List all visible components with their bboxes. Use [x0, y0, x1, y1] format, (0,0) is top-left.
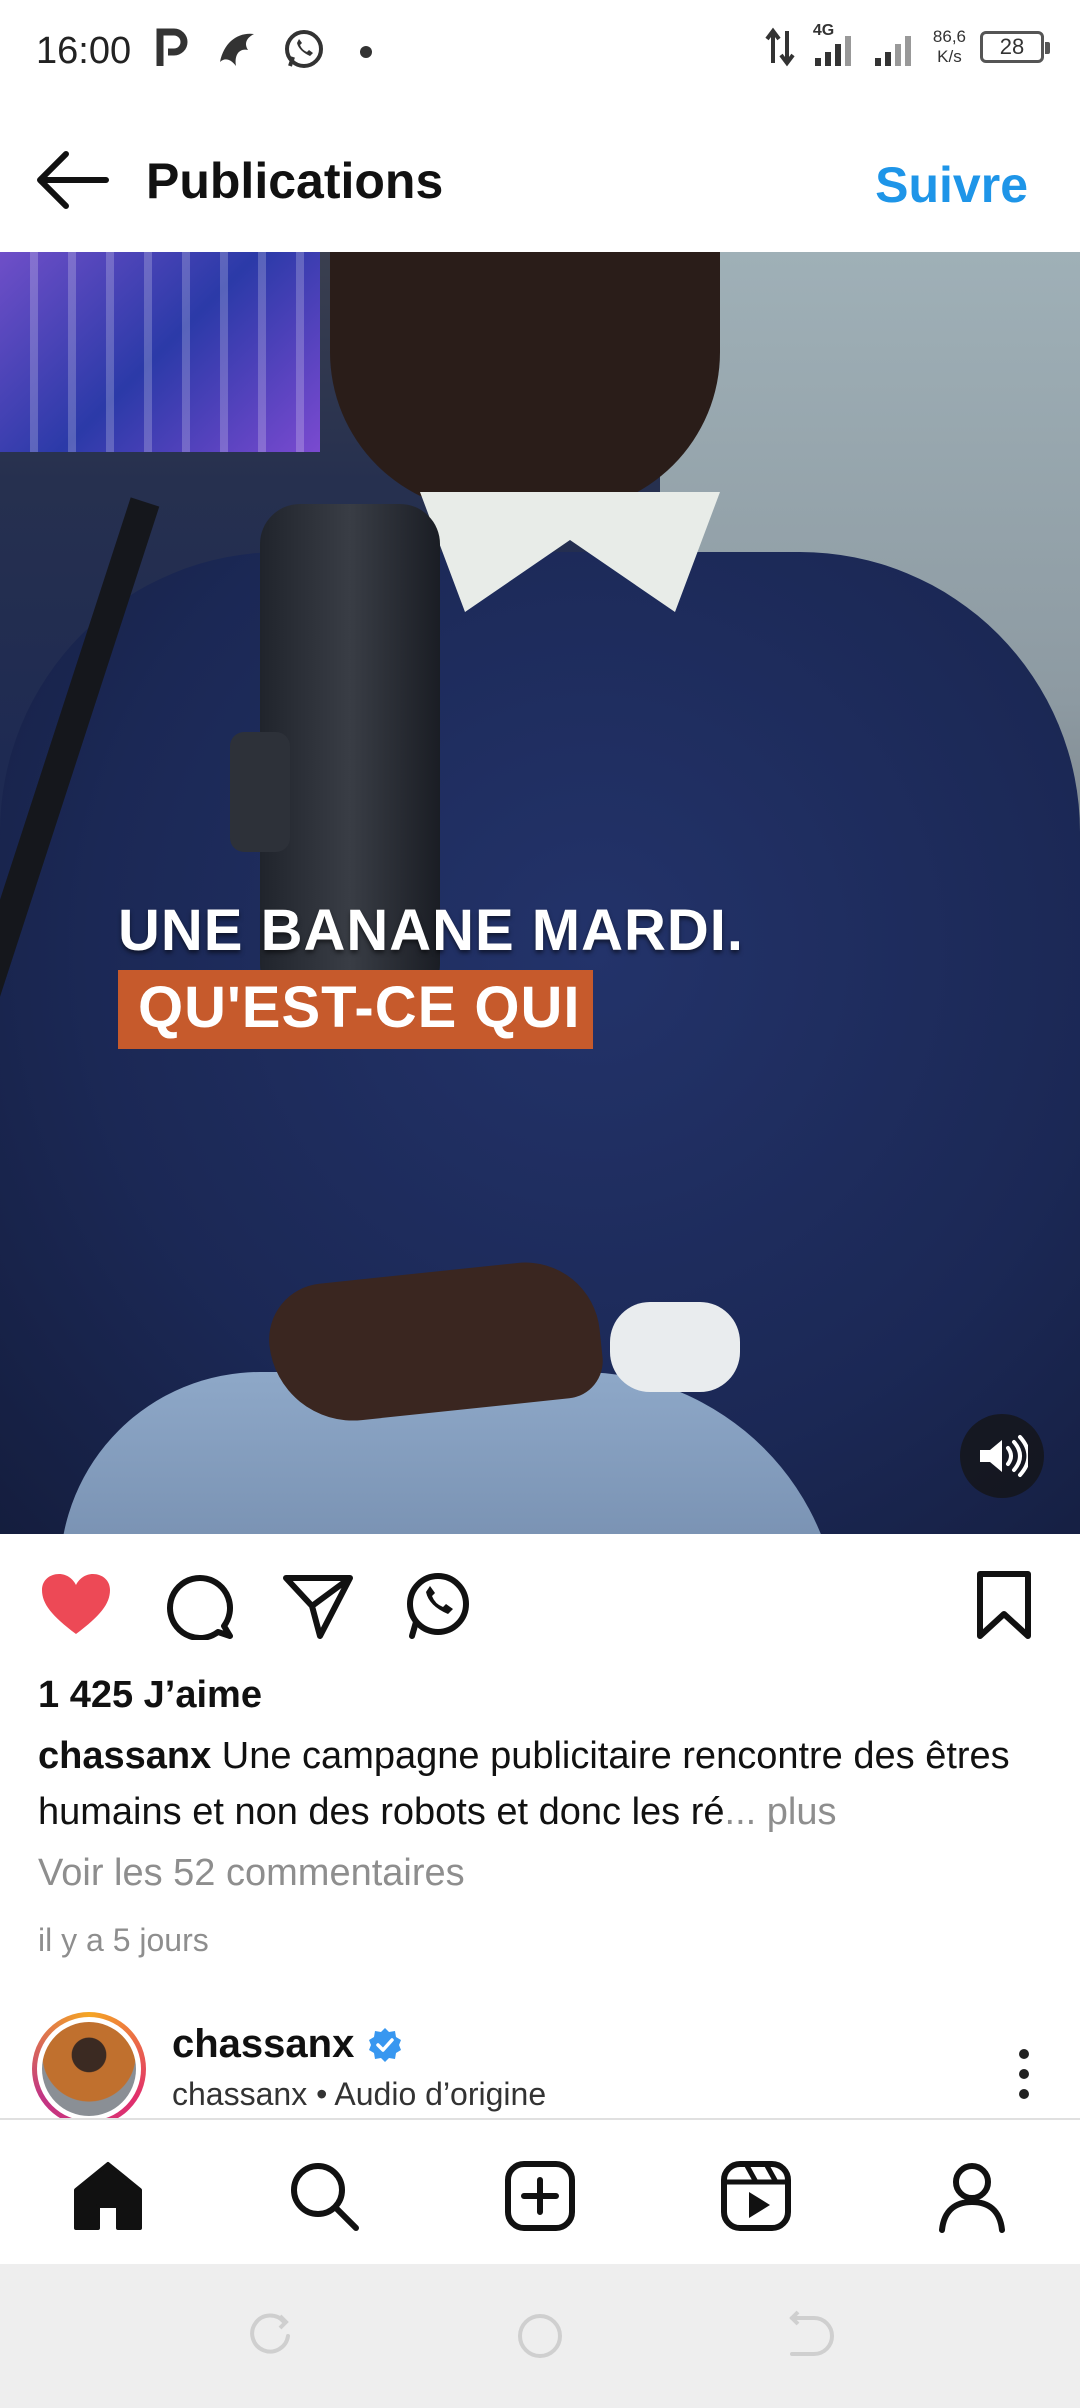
story-ring[interactable]	[32, 2012, 146, 2120]
more-options-icon[interactable]	[1004, 2044, 1044, 2104]
parking-icon	[156, 28, 188, 66]
search-icon[interactable]	[284, 2156, 364, 2236]
network-speed: 86,6 K/s	[933, 27, 966, 67]
profile-icon[interactable]	[932, 2156, 1012, 2236]
speed-unit: K/s	[937, 47, 962, 66]
mic-clamp	[230, 732, 290, 852]
whatsapp-share-icon[interactable]	[398, 1570, 474, 1640]
create-icon[interactable]	[500, 2156, 580, 2236]
signal-icon	[874, 36, 911, 66]
bird-icon	[220, 33, 254, 66]
data-arrows-icon	[765, 27, 795, 67]
avatar	[42, 2022, 136, 2116]
next-post-username[interactable]: chassanx	[172, 2022, 354, 2067]
home-icon[interactable]	[68, 2156, 148, 2236]
next-post-audio[interactable]: chassanx • Audio d’origine	[172, 2076, 546, 2113]
video-subtitle: UNE BANANE MARDI. QU'EST-CE QUI	[118, 897, 744, 1049]
subtitle-line-2: QU'EST-CE QUI	[118, 970, 593, 1049]
follow-button[interactable]: Suivre	[875, 156, 1028, 214]
speaker-icon	[980, 1435, 1028, 1477]
share-icon[interactable]	[280, 1570, 356, 1640]
person-face	[330, 252, 720, 512]
system-navigation-bar	[0, 2264, 1080, 2408]
status-time: 16:00	[36, 30, 132, 72]
post-actions	[0, 1534, 1080, 1664]
view-comments-link[interactable]: Voir les 52 commentaires	[38, 1852, 465, 1895]
whatsapp-icon	[285, 30, 323, 68]
subtitle-line-1: UNE BANANE MARDI.	[118, 898, 744, 963]
back-arrow-icon[interactable]	[34, 150, 110, 210]
post-video[interactable]: UNE BANANE MARDI. QU'EST-CE QUI	[0, 252, 1080, 1534]
app-header: Publications Suivre	[0, 110, 1080, 252]
post-caption[interactable]: chassanx Une campagne publicitaire renco…	[38, 1728, 1048, 1840]
bottom-navigation	[0, 2118, 1080, 2264]
home-system-icon[interactable]	[514, 2310, 566, 2362]
recent-apps-icon[interactable]	[244, 2310, 296, 2362]
shirt-cuff	[610, 1302, 740, 1392]
background-screen	[0, 252, 320, 452]
next-post-header: chassanx chassanx • Audio d’origine	[0, 2004, 1080, 2120]
more-link[interactable]: ... plus	[725, 1791, 837, 1833]
signal-icon: 4G	[809, 22, 859, 68]
next-post-user[interactable]: chassanx	[172, 2022, 404, 2067]
post-timestamp: il y a 5 jours	[38, 1922, 209, 1958]
status-bar: 16:00 4G 86,6 K/s 28	[0, 0, 1080, 110]
back-system-icon[interactable]	[784, 2310, 836, 2362]
reels-icon[interactable]	[716, 2156, 796, 2236]
verified-badge-icon	[369, 2027, 402, 2062]
likes-count[interactable]: 1 425 J’aime	[38, 1674, 262, 1717]
page-title: Publications	[146, 153, 444, 209]
heart-icon[interactable]	[38, 1570, 114, 1640]
speed-value: 86,6	[932, 27, 966, 46]
dot-icon	[360, 46, 372, 58]
sound-toggle-button[interactable]	[960, 1414, 1044, 1498]
comment-icon[interactable]	[160, 1570, 236, 1640]
battery-indicator: 28	[980, 31, 1050, 63]
caption-username[interactable]: chassanx	[38, 1735, 211, 1777]
bookmark-icon[interactable]	[966, 1570, 1042, 1640]
